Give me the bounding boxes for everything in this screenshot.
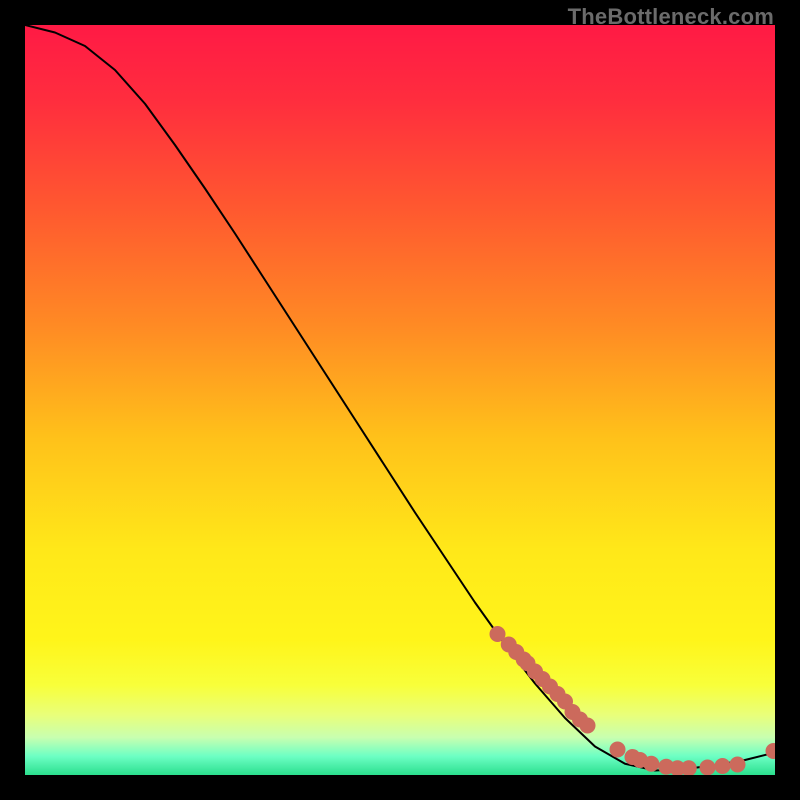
data-point <box>643 756 659 772</box>
chart-stage: TheBottleneck.com <box>0 0 800 800</box>
watermark-text: TheBottleneck.com <box>568 4 774 30</box>
data-point <box>730 757 746 773</box>
chart-svg <box>25 25 775 775</box>
data-point <box>700 760 716 776</box>
gradient-background <box>25 25 775 775</box>
data-point <box>580 718 596 734</box>
data-point <box>610 742 626 758</box>
data-point <box>715 758 731 774</box>
plot-area <box>25 25 775 775</box>
